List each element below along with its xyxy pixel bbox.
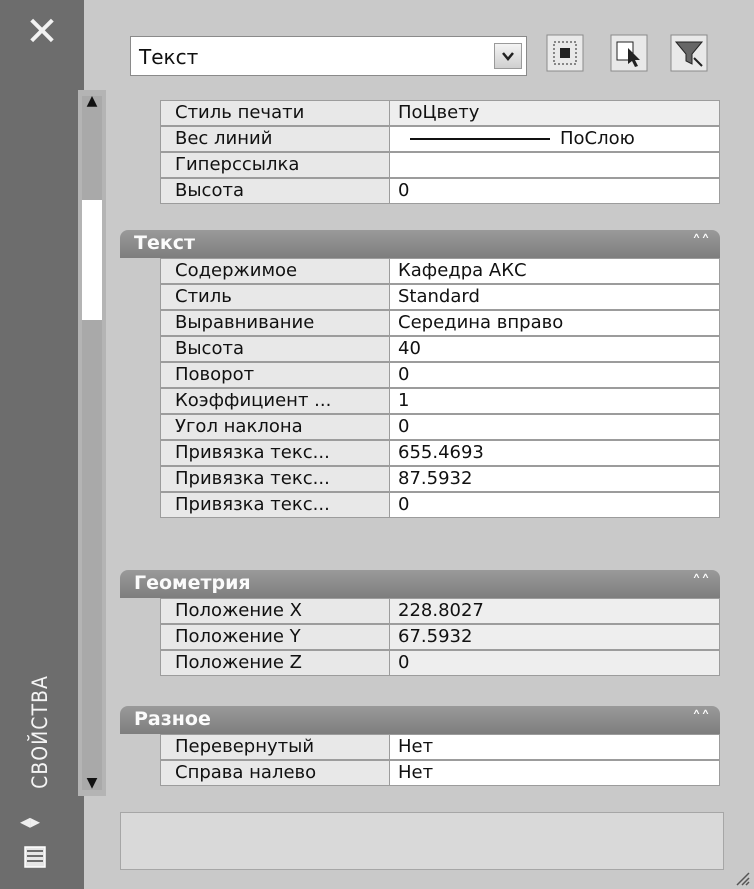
property-value[interactable]: 0: [390, 492, 720, 518]
property-row[interactable]: Стиль печати ПоЦвету: [160, 100, 720, 126]
property-value[interactable]: 0: [390, 414, 720, 440]
property-name: Положение Z: [160, 650, 390, 676]
property-name: Положение X: [160, 598, 390, 624]
property-value[interactable]: 87.5932: [390, 466, 720, 492]
property-name: Справа налево: [160, 760, 390, 786]
property-row[interactable]: Вес линий ПоСлою: [160, 126, 720, 152]
property-name: Высота: [160, 178, 390, 204]
select-objects-icon: [546, 34, 584, 72]
property-row[interactable]: Перевернутый Нет: [160, 734, 720, 760]
property-value[interactable]: 228.8027: [390, 598, 720, 624]
property-value-text: ПоСлою: [560, 128, 635, 149]
property-row[interactable]: Высота 0: [160, 178, 720, 204]
select-objects-button[interactable]: [610, 34, 648, 72]
property-row[interactable]: Коэффициент ... 1: [160, 388, 720, 414]
property-name: Коэффициент ...: [160, 388, 390, 414]
collapse-chevron-icon[interactable]: ˄˄: [692, 708, 710, 729]
property-value[interactable]: 67.5932: [390, 624, 720, 650]
property-row[interactable]: Гиперссылка: [160, 152, 720, 178]
property-row[interactable]: Привязка текс... 87.5932: [160, 466, 720, 492]
quick-select-icon: [610, 34, 648, 72]
property-value[interactable]: ПоСлою: [390, 126, 720, 152]
property-value[interactable]: Нет: [390, 760, 720, 786]
quick-select-button[interactable]: [670, 34, 708, 72]
property-name: Вес линий: [160, 126, 390, 152]
property-value[interactable]: 0: [390, 178, 720, 204]
property-value[interactable]: 40: [390, 336, 720, 362]
property-row[interactable]: Выравнивание Середина вправо: [160, 310, 720, 336]
autohide-icon[interactable]: ◂▸: [20, 810, 60, 832]
palette-vertical-title: СВОЙСТВА: [18, 662, 62, 802]
property-row[interactable]: Положение Y 67.5932: [160, 624, 720, 650]
object-type-value: Текст: [139, 45, 199, 69]
palette-title-text: СВОЙСТВА: [28, 675, 52, 789]
property-name: Перевернутый: [160, 734, 390, 760]
collapse-chevron-icon[interactable]: ˄˄: [692, 232, 710, 253]
property-name: Привязка текс...: [160, 492, 390, 518]
property-value[interactable]: Нет: [390, 734, 720, 760]
property-name: Стиль: [160, 284, 390, 310]
property-value[interactable]: ПоЦвету: [390, 100, 720, 126]
category-header[interactable]: Геометрия ˄˄: [120, 570, 720, 598]
property-value[interactable]: 0: [390, 362, 720, 388]
property-row[interactable]: Содержимое Кафедра АКС: [160, 258, 720, 284]
property-name: Привязка текс...: [160, 466, 390, 492]
property-row[interactable]: Поворот 0: [160, 362, 720, 388]
close-icon[interactable]: ✕: [0, 12, 84, 52]
property-row[interactable]: Привязка текс... 0: [160, 492, 720, 518]
property-name: Угол наклона: [160, 414, 390, 440]
vertical-scrollbar[interactable]: ▲ ▼: [78, 90, 106, 796]
object-type-select[interactable]: Текст: [130, 36, 527, 76]
category-header[interactable]: Текст ˄˄: [120, 230, 720, 258]
property-value[interactable]: 655.4693: [390, 440, 720, 466]
category-title: Разное: [134, 708, 211, 730]
property-row[interactable]: Привязка текс... 655.4693: [160, 440, 720, 466]
property-row[interactable]: Положение X 228.8027: [160, 598, 720, 624]
collapse-chevron-icon[interactable]: ˄˄: [692, 572, 710, 593]
palette-titlebar: ✕ СВОЙСТВА ◂▸: [0, 0, 84, 889]
category-title: Текст: [134, 232, 196, 254]
chevron-down-icon[interactable]: [494, 43, 522, 69]
property-name: Гиперссылка: [160, 152, 390, 178]
lineweight-sample-icon: [410, 138, 550, 140]
property-name: Привязка текс...: [160, 440, 390, 466]
scroll-thumb[interactable]: [82, 200, 102, 320]
property-value[interactable]: 1: [390, 388, 720, 414]
scroll-down-icon[interactable]: ▼: [82, 774, 102, 792]
filter-icon: [670, 34, 708, 72]
property-row[interactable]: Стиль Standard: [160, 284, 720, 310]
property-value[interactable]: Середина вправо: [390, 310, 720, 336]
description-area: [120, 812, 724, 870]
property-value[interactable]: [390, 152, 720, 178]
property-name: Содержимое: [160, 258, 390, 284]
property-row[interactable]: Угол наклона 0: [160, 414, 720, 440]
property-row[interactable]: Высота 40: [160, 336, 720, 362]
category-title: Геометрия: [134, 572, 251, 594]
property-name: Поворот: [160, 362, 390, 388]
property-value[interactable]: Standard: [390, 284, 720, 310]
property-name: Выравнивание: [160, 310, 390, 336]
category-header[interactable]: Разное ˄˄: [120, 706, 720, 734]
resize-grip-icon[interactable]: [736, 872, 750, 886]
property-value[interactable]: 0: [390, 650, 720, 676]
property-row[interactable]: Положение Z0: [160, 650, 720, 676]
property-value[interactable]: Кафедра АКС: [390, 258, 720, 284]
property-name: Высота: [160, 336, 390, 362]
property-name: Положение Y: [160, 624, 390, 650]
scroll-up-icon[interactable]: ▲: [82, 92, 102, 110]
property-name: Стиль печати: [160, 100, 390, 126]
property-row[interactable]: Справа налево Нет: [160, 760, 720, 786]
properties-menu-icon[interactable]: [24, 846, 46, 868]
toggle-pickadd-button[interactable]: [546, 34, 584, 72]
